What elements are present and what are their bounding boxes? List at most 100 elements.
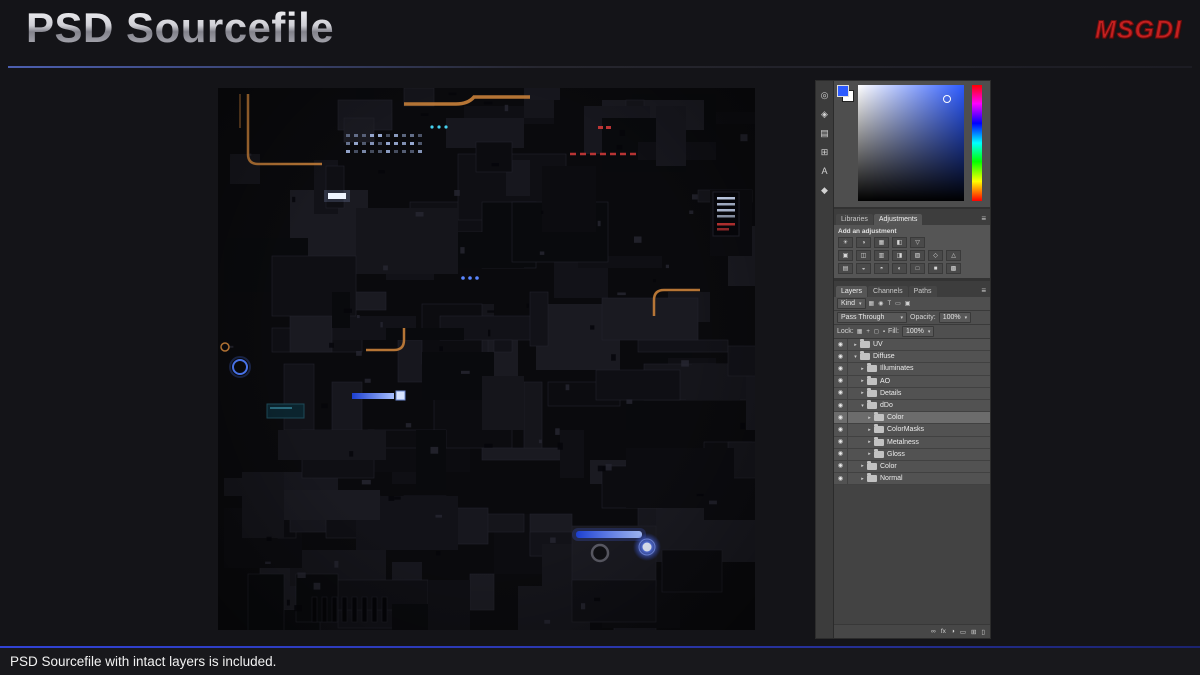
visibility-eye-icon[interactable]: ◉ [838,427,843,433]
visibility-eye-icon[interactable]: ◉ [838,366,843,372]
layers-action-icon[interactable]: ▭ [960,628,966,636]
layer-row-illuminates[interactable]: ◉ ▸ Illuminates [834,363,990,376]
layers-action-icon[interactable]: ▯ [981,628,985,636]
expand-arrow-icon[interactable]: ▾ [852,354,859,360]
visibility-cell[interactable]: ◉ [834,399,848,412]
color-swatches[interactable] [837,85,854,102]
layer-row-color[interactable]: ◉ ▸ Color [834,412,990,425]
expand-arrow-icon[interactable]: ▸ [859,366,866,372]
tab-libraries[interactable]: Libraries [836,214,873,225]
layer-row-details[interactable]: ◉ ▸ Details [834,387,990,400]
expand-arrow-icon[interactable]: ▸ [852,342,859,348]
expand-arrow-icon[interactable]: ▸ [859,463,866,469]
blend-mode-dropdown[interactable]: Pass Through ▾ [837,312,907,323]
layers-action-icon[interactable]: ∞ [931,628,936,635]
adjustment-icon[interactable]: ◐ [892,263,907,274]
layer-row-uv[interactable]: ◉ ▸ UV [834,339,990,352]
panel-menu-icon[interactable]: ≡ [981,214,988,225]
filter-type-icon[interactable]: ◉ [878,300,883,307]
adjustment-icon[interactable]: ◧ [892,237,907,248]
layer-row-gloss[interactable]: ◉ ▸ Gloss [834,448,990,461]
visibility-cell[interactable]: ◉ [834,424,848,436]
pen-tool-icon[interactable]: ◈ [821,110,828,119]
lock-icon[interactable]: ▦ [857,328,863,335]
lock-icon[interactable]: + [866,329,870,335]
expand-arrow-icon[interactable]: ▸ [859,378,866,384]
adjustment-icon[interactable]: ◑ [856,237,871,248]
lock-icon[interactable]: ◻ [874,328,879,335]
fill-dropdown[interactable]: 100% ▾ [901,326,935,337]
visibility-cell[interactable]: ◉ [834,448,848,460]
filter-type-icon[interactable]: ▣ [905,300,911,307]
adjustment-icon[interactable]: □ [910,263,925,274]
adjustment-icon[interactable]: ▩ [946,263,961,274]
type-tool-icon[interactable]: A [821,167,827,176]
adjustment-icon[interactable]: ▽ [910,237,925,248]
pattern-tool-icon[interactable]: ▤ [820,129,829,138]
visibility-cell[interactable]: ◉ [834,339,848,351]
adjustment-icon[interactable]: ☀ [838,237,853,248]
expand-arrow-icon[interactable]: ▾ [859,403,866,409]
crop-tool-icon[interactable]: ⊞ [821,148,829,157]
adjustment-icon[interactable]: ▤ [838,263,853,274]
layer-row-color[interactable]: ◉ ▸ Color [834,460,990,474]
visibility-cell[interactable]: ◉ [834,375,848,387]
layers-action-icon[interactable]: ◑ [951,628,955,635]
adjustment-icon[interactable]: ■ [928,263,943,274]
visibility-eye-icon[interactable]: ◉ [838,439,843,445]
visibility-eye-icon[interactable]: ◉ [838,463,843,469]
expand-arrow-icon[interactable]: ▸ [866,451,873,457]
layer-row-metalness[interactable]: ◉ ▸ Metalness [834,436,990,449]
visibility-cell[interactable]: ◉ [834,387,848,399]
adjustment-icon[interactable]: ▦ [874,237,889,248]
adjustment-icon[interactable]: ◫ [856,250,871,261]
visibility-eye-icon[interactable]: ◉ [838,451,843,457]
visibility-eye-icon[interactable]: ◉ [838,476,843,482]
filter-type-icon[interactable]: ▭ [895,300,901,307]
visibility-cell[interactable]: ◉ [834,436,848,448]
adjustment-icon[interactable]: ▨ [910,250,925,261]
layer-row-diffuse[interactable]: ◉ ▾ Diffuse [834,351,990,364]
tab-paths[interactable]: Paths [908,286,937,297]
tab-adjustments[interactable]: Adjustments [873,214,923,225]
visibility-eye-icon[interactable]: ◉ [838,378,843,384]
navigator-tool-icon[interactable]: ◆ [821,186,828,195]
filter-type-icon[interactable]: T [887,301,891,307]
expand-arrow-icon[interactable]: ▸ [859,476,866,482]
kind-filter-dropdown[interactable]: Kind ▾ [837,298,866,309]
adjustment-icon[interactable]: ◒ [856,263,871,274]
layers-action-icon[interactable]: fx [941,628,946,635]
layer-row-ddo[interactable]: ◉ ▾ dDo [834,399,990,413]
panel-menu-icon[interactable]: ≡ [981,286,988,297]
color-marker[interactable] [943,95,952,104]
layer-row-colormasks[interactable]: ◉ ▸ ColorMasks [834,424,990,437]
saturation-brightness-field[interactable] [858,85,964,201]
expand-arrow-icon[interactable]: ▸ [866,415,873,421]
adjustment-icon[interactable]: ◇ [928,250,943,261]
adjustment-icon[interactable]: ▣ [838,250,853,261]
visibility-cell[interactable]: ◉ [834,412,848,424]
visibility-eye-icon[interactable]: ◉ [838,415,843,421]
adjustment-icon[interactable]: ◨ [892,250,907,261]
visibility-cell[interactable]: ◉ [834,363,848,375]
layer-row-ao[interactable]: ◉ ▸ AO [834,375,990,388]
adjustment-icon[interactable]: △ [946,250,961,261]
ellipse-tool-icon[interactable]: ◎ [821,91,829,100]
expand-arrow-icon[interactable]: ▸ [866,439,873,445]
visibility-eye-icon[interactable]: ◉ [838,342,843,348]
hue-slider[interactable] [972,85,982,201]
opacity-dropdown[interactable]: 100% ▾ [938,312,972,323]
layer-row-normal[interactable]: ◉ ▸ Normal [834,473,990,486]
visibility-eye-icon[interactable]: ◉ [838,403,843,409]
foreground-color-swatch[interactable] [837,85,849,97]
adjustment-icon[interactable]: ▥ [874,250,889,261]
expand-arrow-icon[interactable]: ▸ [859,390,866,396]
visibility-cell[interactable]: ◉ [834,460,848,473]
filter-type-icon[interactable]: ▦ [869,300,875,307]
visibility-cell[interactable]: ◉ [834,473,848,485]
adjustment-icon[interactable]: ◓ [874,263,889,274]
tab-channels[interactable]: Channels [868,286,908,297]
visibility-eye-icon[interactable]: ◉ [838,354,843,360]
visibility-eye-icon[interactable]: ◉ [838,390,843,396]
visibility-cell[interactable]: ◉ [834,351,848,363]
